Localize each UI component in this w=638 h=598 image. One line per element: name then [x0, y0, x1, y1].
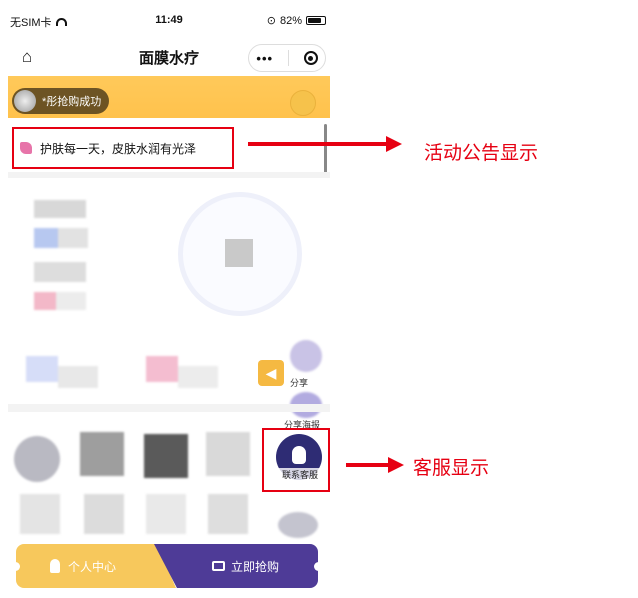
annotation-notice-text: 活动公告显示	[424, 143, 539, 164]
expand-arrow-button[interactable]: ◀	[258, 360, 284, 386]
announcement-icon	[20, 142, 32, 154]
avatar	[206, 432, 250, 476]
battery-fill	[308, 18, 321, 23]
avatar	[84, 494, 124, 534]
blurred-text	[34, 200, 86, 218]
status-bar: 无SIM卡 11:49 ⊙ 82%	[8, 14, 330, 30]
status-right: ⊙ 82%	[267, 14, 326, 27]
ticker-text: *彤抢购成功	[42, 96, 102, 108]
nav-bar: ⌂ 面膜水疗 •••	[8, 40, 330, 74]
avatar	[14, 90, 36, 112]
avatar	[80, 432, 124, 476]
battery-percent: 82%	[279, 14, 302, 27]
avatar	[144, 434, 188, 478]
blurred-center	[225, 239, 253, 267]
blurred-icon	[146, 356, 178, 382]
notice-text: 护肤每一天，皮肤水润有光泽	[40, 141, 197, 156]
blurred-countdown-circle	[178, 192, 302, 316]
buy-now-label: 立即抢购	[231, 559, 280, 574]
avatar	[146, 494, 186, 534]
user-icon	[50, 559, 60, 573]
blurred-text	[34, 262, 86, 282]
ticket-notch	[314, 562, 323, 571]
blurred-text	[58, 366, 98, 388]
rotation-lock-icon: ⊙	[266, 15, 276, 27]
personal-center-button[interactable]: 个人中心	[16, 544, 176, 588]
blurred-icon	[26, 356, 58, 382]
blurred-text	[56, 292, 86, 310]
share-label[interactable]: 分享	[290, 376, 308, 389]
annotation-arrow-service	[346, 457, 404, 473]
avatar	[20, 494, 60, 534]
personal-center-label: 个人中心	[68, 559, 117, 574]
wallet-icon	[212, 561, 225, 571]
avatar	[14, 436, 60, 482]
contact-service-label[interactable]: 联系客服	[272, 468, 328, 481]
headset-icon	[292, 446, 306, 464]
blurred-avatar	[290, 340, 322, 372]
battery-icon	[306, 16, 326, 25]
more-icon[interactable]: •••	[256, 51, 273, 66]
blurred-icon	[34, 292, 56, 310]
notice-highlight-box: 护肤每一天，皮肤水润有光泽	[12, 127, 234, 169]
ticket-notch	[11, 562, 20, 571]
purchase-ticker: *彤抢购成功	[12, 88, 110, 114]
scrollbar[interactable]	[324, 124, 327, 178]
avatar	[278, 512, 318, 538]
blurred-text	[178, 366, 218, 388]
section-divider	[8, 172, 330, 178]
bottom-action-bar: 个人中心 立即抢购	[11, 544, 323, 588]
annotation-arrow-notice	[248, 136, 402, 152]
banner-decoration	[290, 90, 316, 116]
close-program-icon[interactable]	[303, 51, 318, 65]
avatar	[208, 494, 248, 534]
buy-now-button[interactable]: 立即抢购	[154, 544, 318, 588]
capsule-divider	[287, 50, 289, 66]
mini-program-capsule: •••	[248, 44, 326, 72]
phone-screen: 无SIM卡 11:49 ⊙ 82% ⌂ 面膜水疗 ••• *彤抢购成功 护肤每一…	[8, 0, 330, 598]
section-divider	[8, 404, 330, 412]
blurred-icon	[34, 228, 58, 248]
annotation-service-text: 客服显示	[413, 458, 490, 479]
blurred-text	[58, 228, 88, 248]
